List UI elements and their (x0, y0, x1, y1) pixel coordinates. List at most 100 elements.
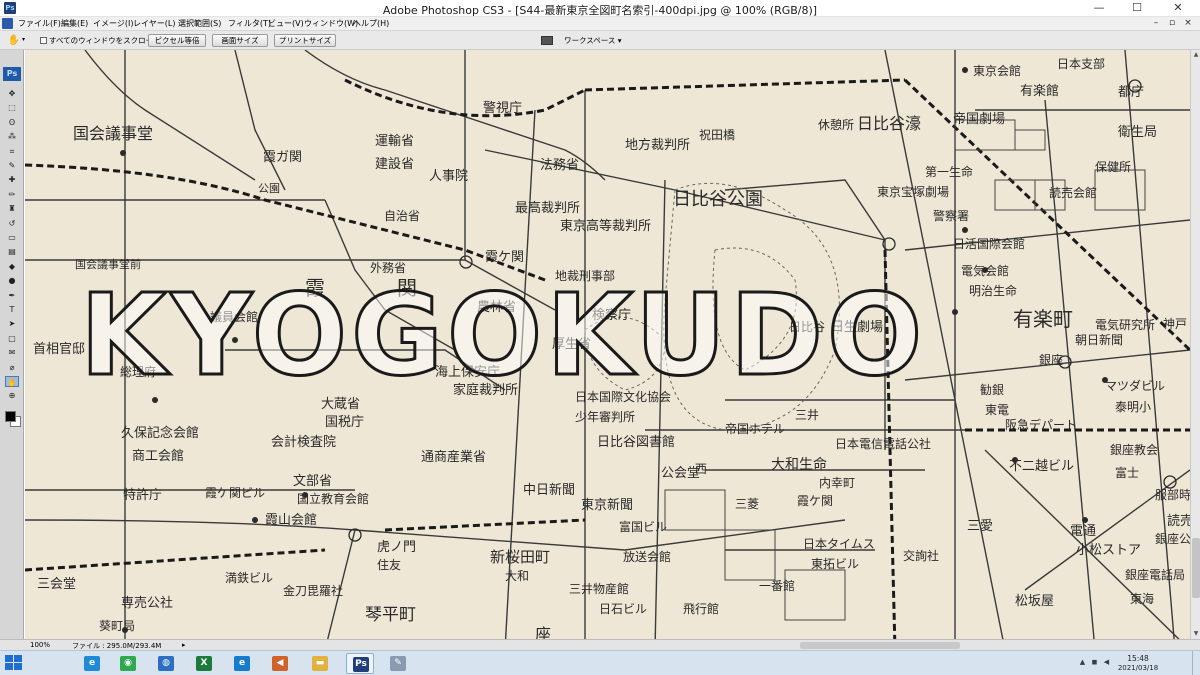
taskbar-app-photoshop[interactable]: Ps (346, 653, 374, 674)
menu-edit[interactable]: 編集(E) (61, 18, 88, 29)
map-label: 三井 (795, 408, 820, 422)
network-icon[interactable]: ▲ (1078, 658, 1087, 667)
map-label: 霞ケ関ビル (205, 486, 266, 500)
clone-stamp-tool-icon[interactable]: ♜ (5, 203, 19, 214)
menu-select[interactable]: 選択範囲(S) (178, 18, 221, 29)
map-label: 銀座教会 (1110, 443, 1159, 457)
map-label: 大和生命 (771, 457, 827, 473)
notes-tool-icon[interactable]: ✉ (5, 347, 19, 358)
path-selection-tool-icon[interactable]: ➤ (5, 318, 19, 329)
map-label: 霞ケ関 (485, 250, 525, 265)
foreground-color-swatch[interactable] (5, 411, 16, 422)
vertical-scrollbar[interactable]: ▲ ▼ (1190, 50, 1200, 639)
menu-image[interactable]: イメージ(I) (93, 18, 133, 29)
menu-window[interactable]: ウィンドウ(W) (304, 18, 358, 29)
map-label: 金刀毘羅社 (283, 584, 344, 598)
speaker-app-icon: ◀ (272, 656, 288, 671)
gradient-tool-icon[interactable]: ▤ (5, 246, 19, 257)
menu-help[interactable]: ヘルプ(H) (353, 18, 389, 29)
minimize-button[interactable]: — (1080, 0, 1118, 17)
menu-file[interactable]: ファイル(F) (18, 18, 61, 29)
print-size-button[interactable]: プリントサイズ (274, 34, 336, 47)
tray-app-icon[interactable]: ◼ (1090, 658, 1099, 667)
menu-filter[interactable]: フィルタ(T) (228, 18, 271, 29)
taskbar-app-speaker-app[interactable]: ◀ (266, 653, 294, 674)
map-label: 明治生命 (969, 284, 1018, 298)
clock-time[interactable]: 15:48 (1118, 654, 1158, 663)
pen-tool-icon[interactable]: ✒ (5, 290, 19, 301)
map-label: 阪急デパート (1005, 418, 1078, 432)
menu-view[interactable]: ビュー(V) (268, 18, 304, 29)
map-label: 特許庁 (123, 488, 163, 503)
taskbar-app-chrome[interactable]: ◉ (114, 653, 142, 674)
blur-tool-icon[interactable]: ◆ (5, 261, 19, 272)
map-label: 新桜田町 (490, 548, 551, 566)
map-label: 日比谷公園 (673, 189, 763, 210)
document-close-button[interactable]: × (1180, 17, 1196, 30)
taskbar-app-firefox-like[interactable]: ◍ (152, 653, 180, 674)
marquee-tool-icon[interactable]: ⬚ (5, 102, 19, 113)
image-canvas[interactable]: 国会議事堂 国会議事堂前 首相官邸 総理府 議員会館 霞ガ関霞関公園 運輸省 建設省 人事院 自治… (25, 50, 1190, 639)
history-brush-tool-icon[interactable]: ↺ (5, 218, 19, 229)
slice-tool-icon[interactable]: ✎ (5, 160, 19, 171)
window-title: Adobe Photoshop CS3 - [S44-最新東京全図町名索引-40… (382, 4, 818, 17)
taskbar-app-folder[interactable]: ▬ (306, 653, 334, 674)
horizontal-scroll-thumb[interactable] (800, 642, 960, 649)
map-label: 休憩所 (818, 118, 855, 132)
start-button[interactable] (5, 655, 23, 672)
scroll-up-arrow-icon[interactable]: ▲ (1191, 50, 1200, 60)
document-restore-button[interactable]: ▫ (1164, 17, 1180, 30)
show-desktop-button[interactable] (1192, 651, 1200, 675)
hand-tool-icon[interactable]: ✋ (5, 376, 19, 387)
taskbar-app-excel[interactable]: X (190, 653, 218, 674)
firefox-like-icon: ◍ (158, 656, 174, 671)
dodge-tool-icon[interactable]: ● (5, 275, 19, 286)
shape-tool-icon[interactable]: ▢ (5, 333, 19, 344)
map-label: 内幸町 (819, 476, 856, 490)
eyedropper-tool-icon[interactable]: ⌀ (5, 362, 19, 373)
eraser-tool-icon[interactable]: ▭ (5, 232, 19, 243)
brush-tool-icon[interactable]: ✏ (5, 189, 19, 200)
fit-screen-button[interactable]: 画面サイズ (212, 34, 268, 47)
map-label: 首相官邸 (33, 342, 86, 357)
internet-explorer-icon: e (84, 656, 100, 671)
crop-tool-icon[interactable]: ⌗ (5, 146, 19, 157)
taskbar-app-internet-explorer[interactable]: e (78, 653, 106, 674)
map-label: 東京会館 (973, 64, 1022, 78)
map-label: 国会議事堂前 (75, 258, 141, 271)
hand-icon[interactable]: ✋ (7, 34, 21, 47)
volume-icon[interactable]: ◀ (1102, 658, 1111, 667)
magic-wand-tool-icon[interactable]: ⁂ (5, 131, 19, 142)
close-button[interactable]: ✕ (1156, 0, 1200, 17)
scroll-down-arrow-icon[interactable]: ▼ (1191, 629, 1200, 639)
taskbar-app-paint[interactable]: ✎ (384, 653, 412, 674)
healing-brush-tool-icon[interactable]: ✚ (5, 174, 19, 185)
type-tool-icon[interactable]: T (5, 304, 19, 315)
map-label: 西 (695, 462, 708, 476)
menu-layer[interactable]: レイヤー(L) (133, 18, 175, 29)
vertical-scroll-thumb[interactable] (1192, 538, 1200, 598)
tool-preset-arrow-icon[interactable]: ▾ (22, 36, 25, 43)
status-menu-arrow-icon[interactable]: ▸ (182, 641, 186, 649)
scroll-all-windows-checkbox[interactable] (40, 37, 47, 44)
ps-logo-icon[interactable]: Ps (3, 67, 21, 81)
map-label: 東拓ビル (811, 557, 860, 571)
document-menu-icon[interactable] (2, 18, 13, 29)
workspace-icon[interactable] (541, 36, 553, 45)
excel-icon: X (196, 656, 212, 671)
taskbar-app-edge[interactable]: e (228, 653, 256, 674)
zoom-level[interactable]: 100% (30, 641, 50, 649)
workspace-menu[interactable]: ワークスペース ▾ (564, 35, 622, 46)
move-tool-icon[interactable]: ✥ (5, 88, 19, 99)
photoshop-icon: Ps (353, 657, 369, 672)
map-label: 中日新聞 (523, 483, 576, 498)
maximize-button[interactable]: ☐ (1118, 0, 1156, 17)
clock-date[interactable]: 2021/03/18 (1112, 664, 1164, 672)
lasso-tool-icon[interactable]: ʘ (5, 117, 19, 128)
map-label: 都庁 (1118, 85, 1145, 100)
actual-pixels-button[interactable]: ピクセル等倍 (148, 34, 206, 47)
map-label: 専売公社 (121, 596, 174, 611)
zoom-tool-icon[interactable]: ⊕ (5, 390, 19, 401)
document-minimize-button[interactable]: – (1148, 17, 1164, 30)
map-label: 三愛 (967, 519, 994, 534)
